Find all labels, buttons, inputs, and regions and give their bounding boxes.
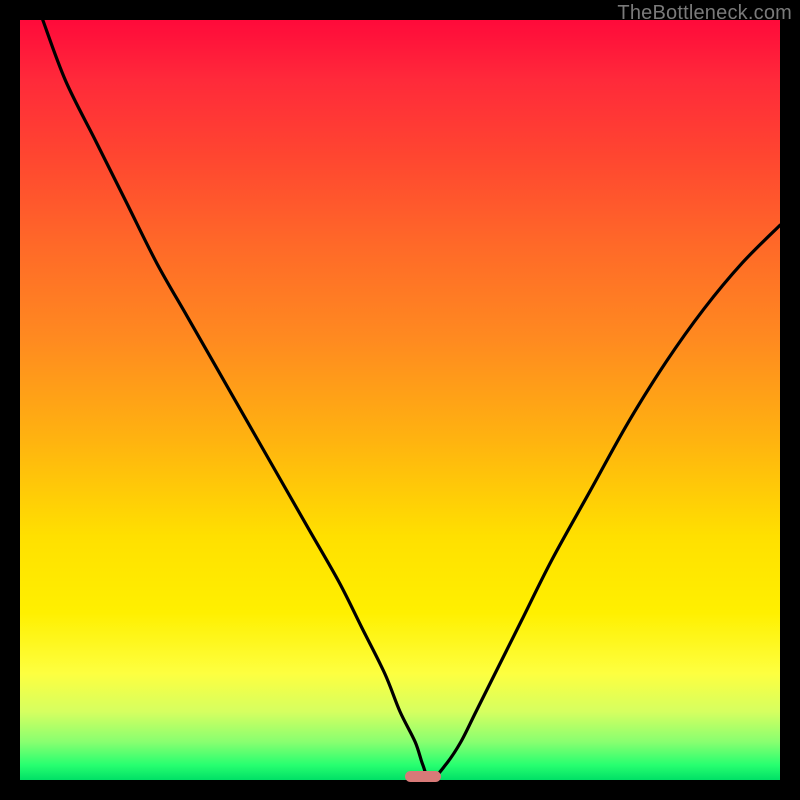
plot-area: [20, 20, 780, 780]
chart-frame: TheBottleneck.com: [0, 0, 800, 800]
optimal-point-marker: [405, 771, 441, 782]
bottleneck-curve: [20, 20, 780, 780]
